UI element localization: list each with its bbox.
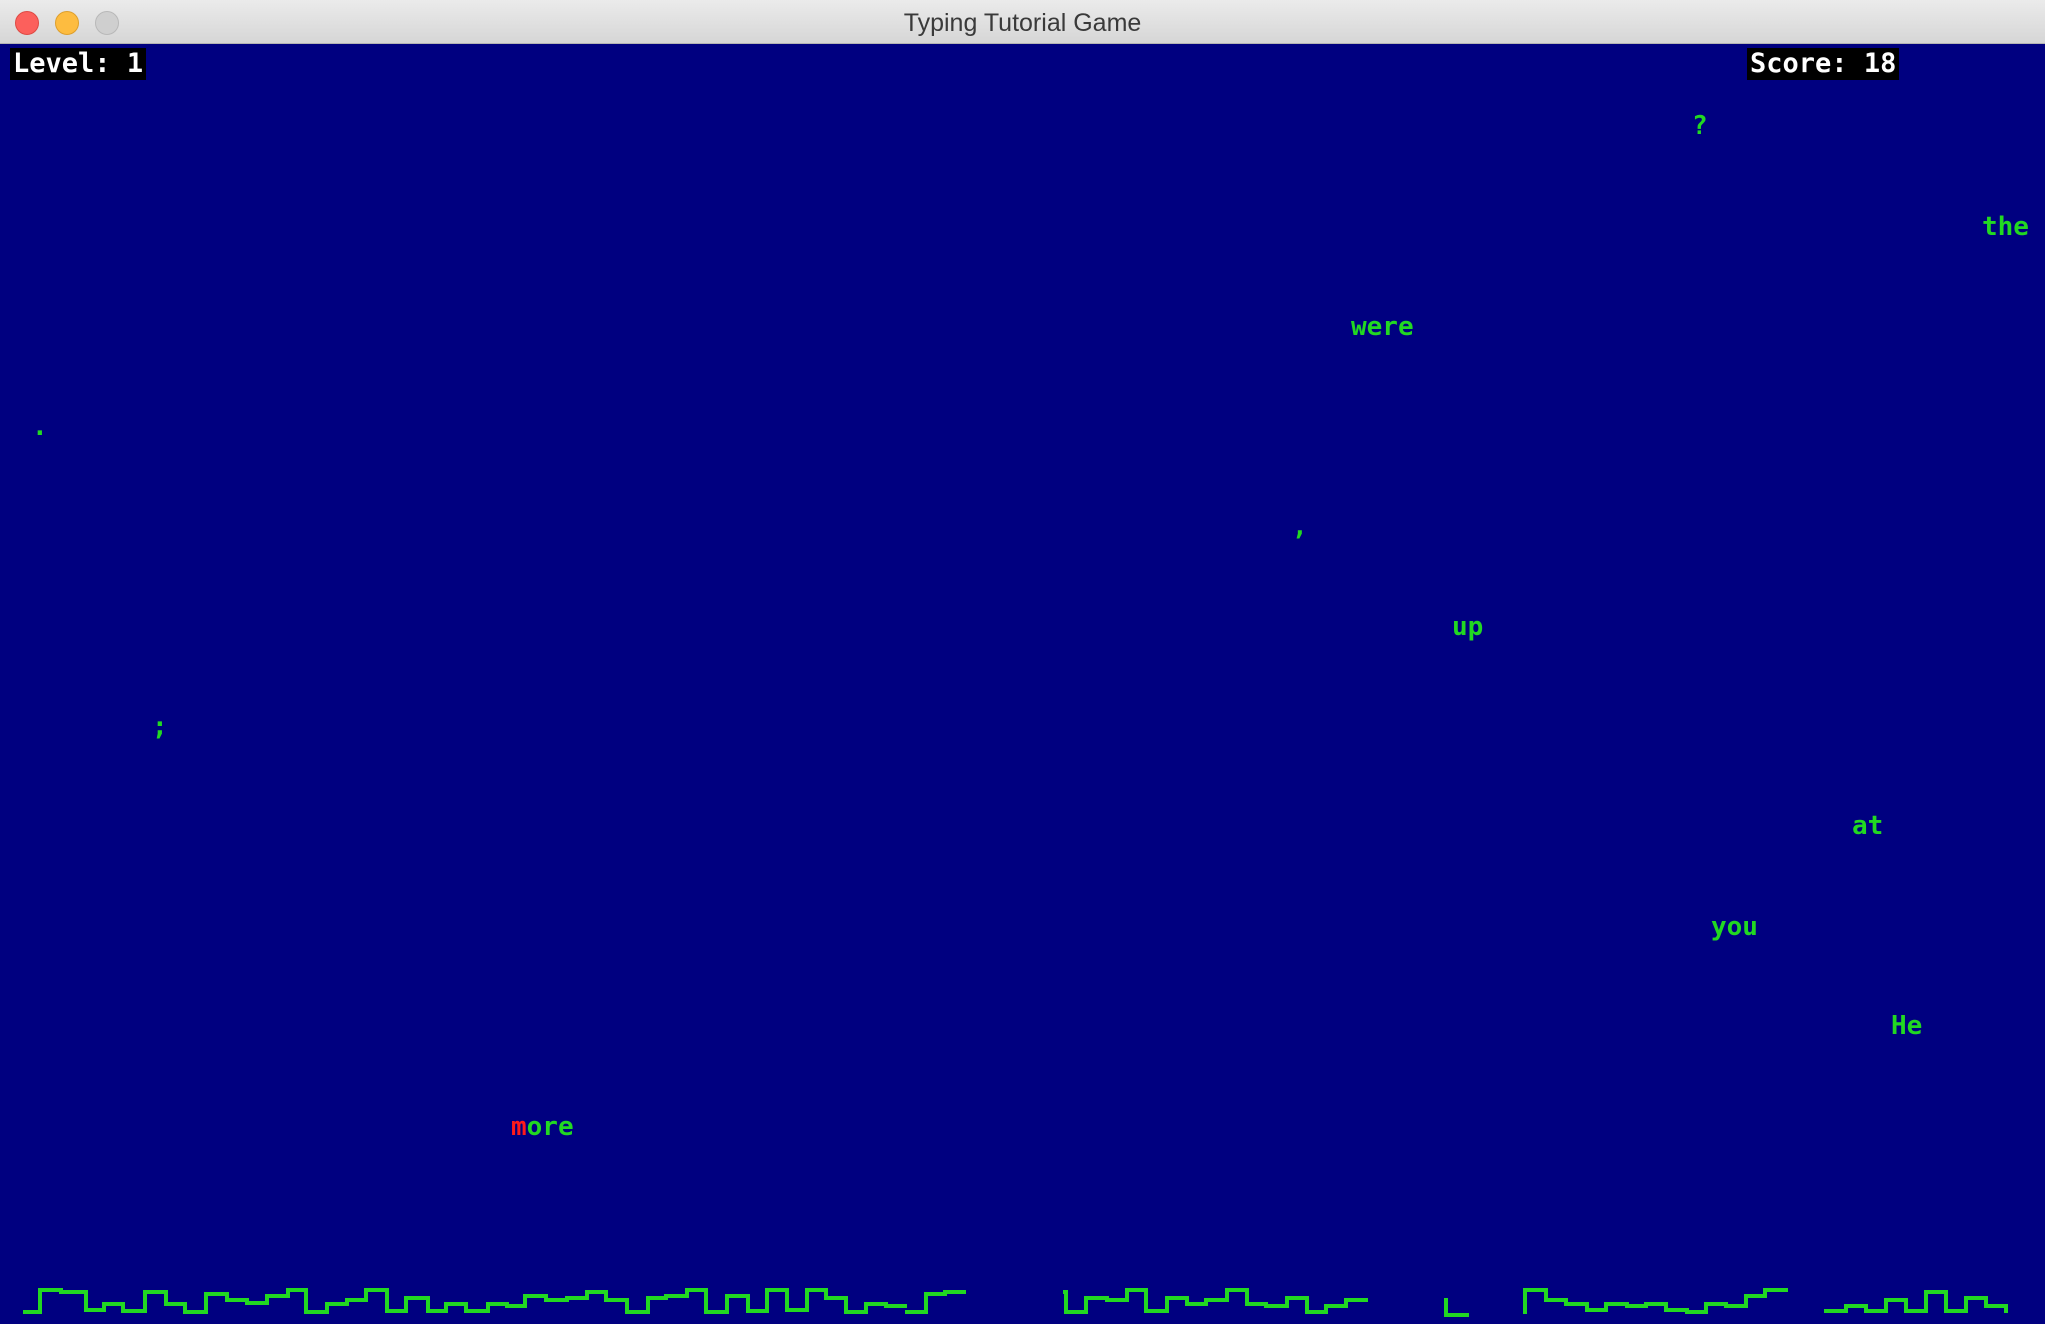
- score-display: Score: 18: [1747, 48, 1900, 80]
- game-area[interactable]: Level: 1 Score: 18 ? the were . , up ; a…: [0, 44, 2045, 1324]
- city-skyline-segment: [1523, 1288, 1788, 1314]
- falling-word: were: [1351, 312, 1414, 342]
- level-value: 1: [126, 48, 144, 79]
- window-title: Typing Tutorial Game: [903, 9, 1142, 37]
- falling-word: you: [1711, 912, 1758, 942]
- falling-word: the: [1982, 212, 2029, 242]
- falling-word: .: [32, 412, 48, 442]
- city-skyline-segment: [905, 1290, 966, 1314]
- title-bar: Typing Tutorial Game: [0, 0, 2045, 44]
- active-word: more: [511, 1112, 574, 1142]
- city-skyline-segment: [1824, 1290, 2008, 1313]
- falling-word: up: [1452, 612, 1484, 642]
- score-value: 18: [1863, 48, 1897, 79]
- falling-word: at: [1852, 811, 1884, 841]
- falling-word: ?: [1692, 111, 1708, 141]
- typed-letters: m: [511, 1112, 527, 1142]
- falling-word: He: [1891, 1011, 1923, 1041]
- game-window: Typing Tutorial Game Level: 1 Score: 18 …: [0, 0, 2045, 1324]
- falling-word: ,: [1292, 512, 1308, 542]
- level-label: Level:: [13, 48, 111, 79]
- city-skyline: [23, 1288, 2008, 1317]
- level-display: Level: 1: [10, 48, 147, 80]
- score-label: Score:: [1750, 48, 1848, 79]
- remaining-letters: ore: [526, 1112, 574, 1142]
- city-skyline-segment: [23, 1288, 907, 1314]
- city-skyline-segment: [1063, 1288, 1368, 1314]
- falling-word: ;: [152, 712, 168, 742]
- city-skyline-segment: [1444, 1298, 1469, 1317]
